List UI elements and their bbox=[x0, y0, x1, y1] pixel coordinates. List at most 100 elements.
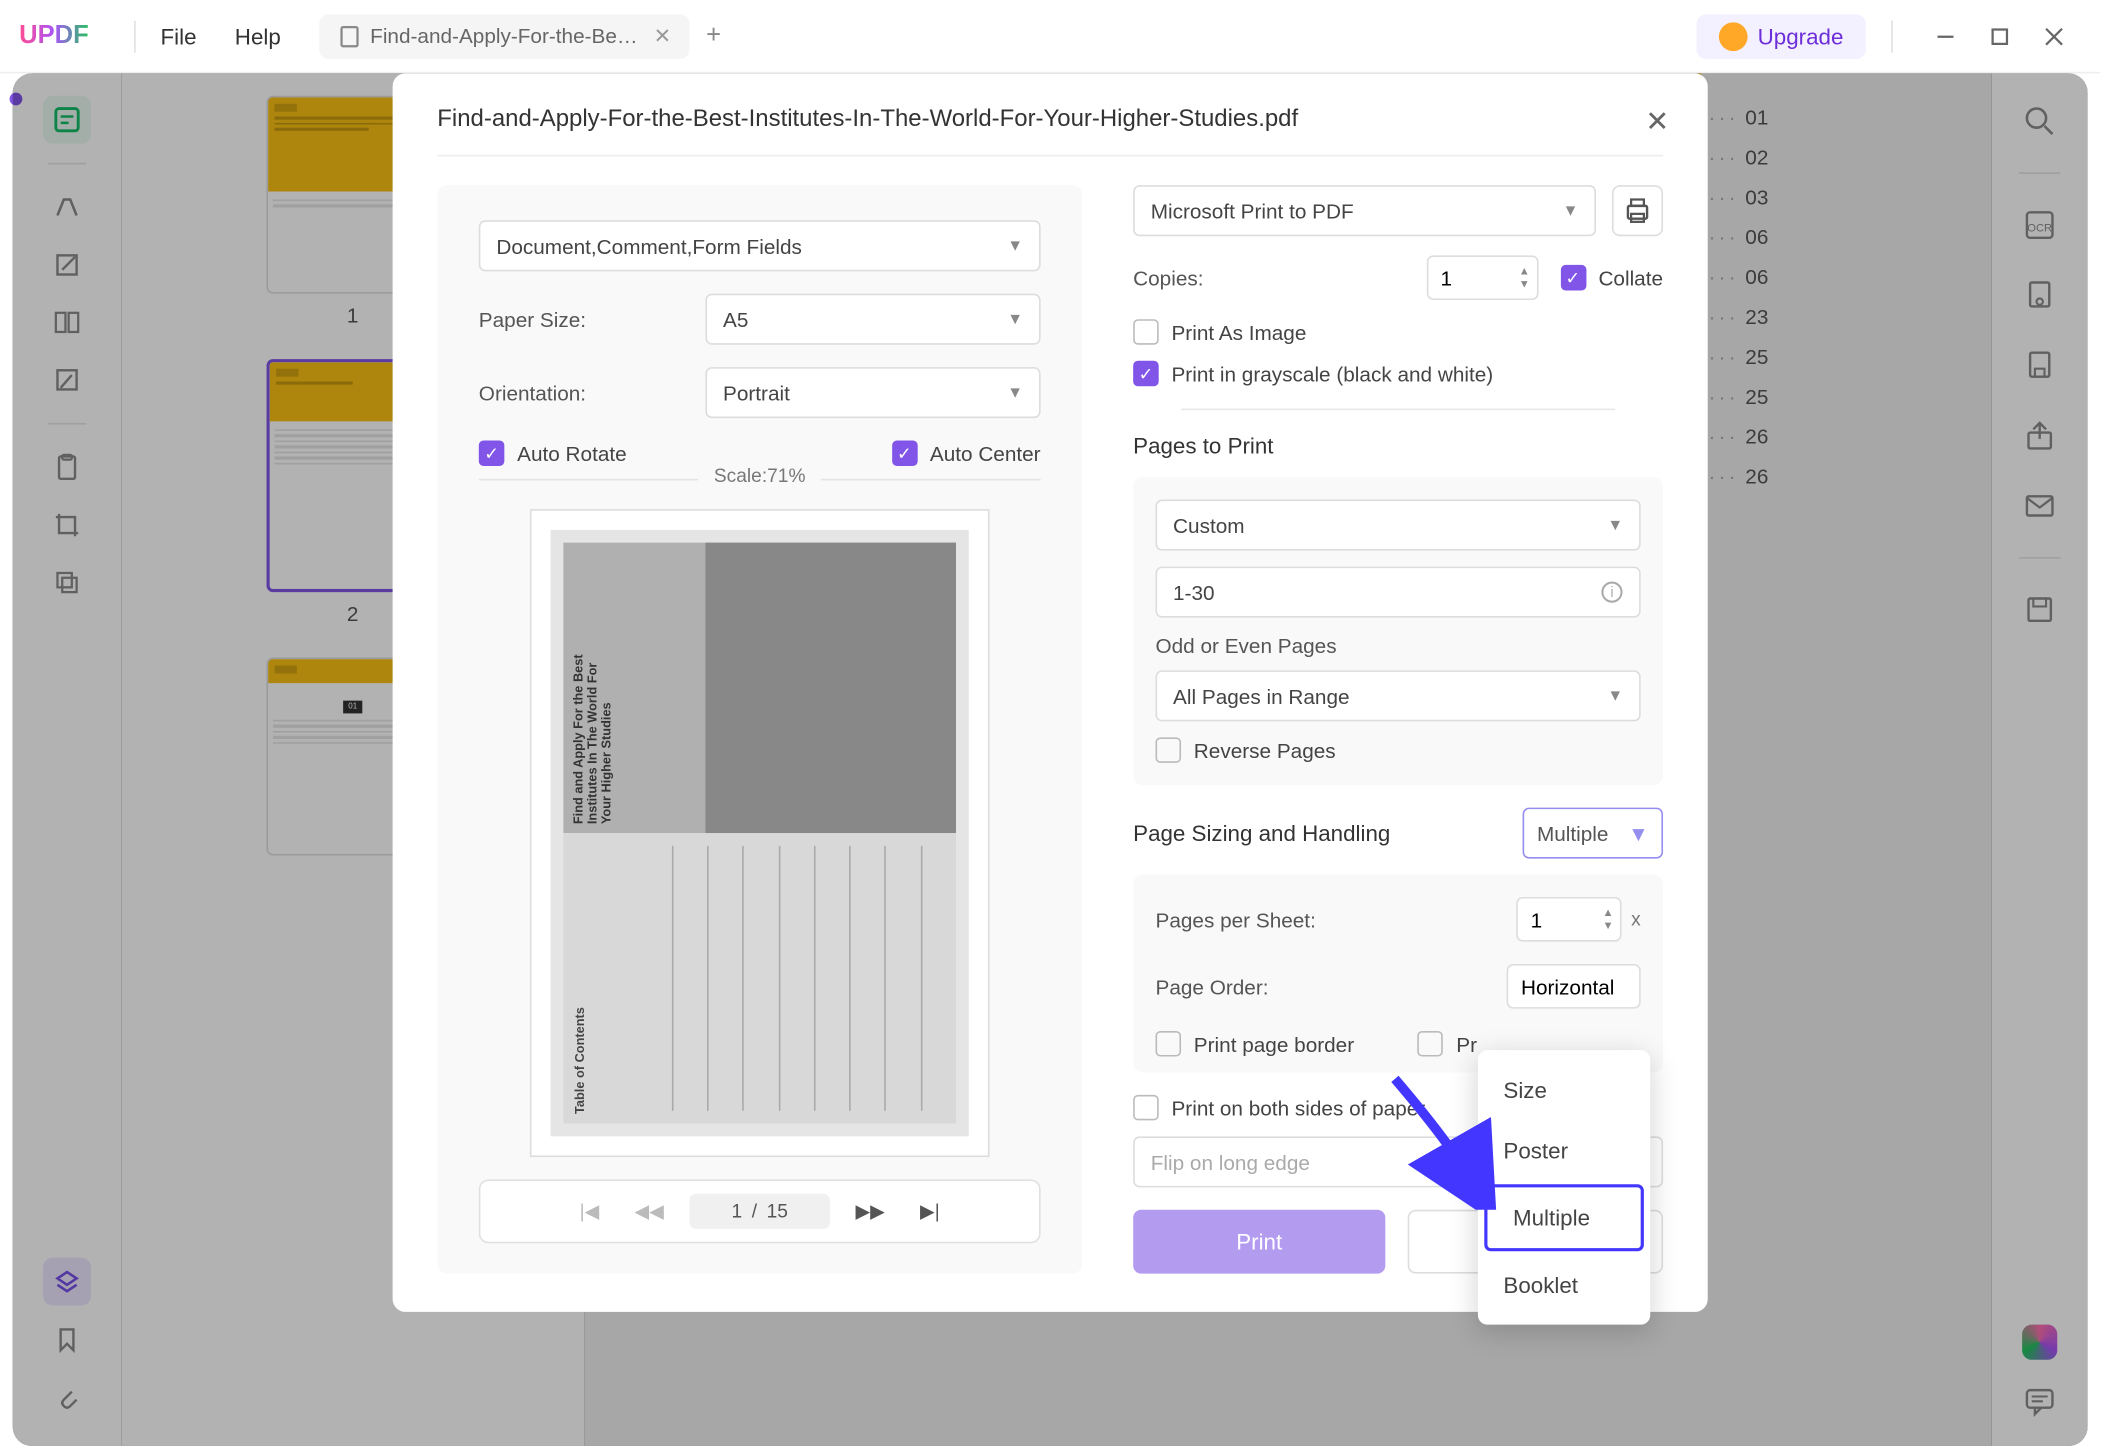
page-order-select[interactable]: Horizontal bbox=[1507, 964, 1641, 1009]
divider bbox=[437, 155, 1663, 157]
minimize-icon[interactable] bbox=[1934, 25, 1956, 47]
auto-rotate-checkbox[interactable]: ✓ Auto Rotate bbox=[479, 440, 627, 466]
spinner-up-icon[interactable]: ▲ bbox=[1519, 266, 1530, 277]
checkbox-icon: ✓ bbox=[1133, 361, 1159, 387]
next-page-icon[interactable]: ▶▶ bbox=[846, 1194, 895, 1229]
last-page-icon[interactable]: ▶| bbox=[910, 1194, 949, 1229]
orientation-value: Portrait bbox=[723, 381, 790, 405]
svg-text:i: i bbox=[1610, 585, 1613, 601]
page-input[interactable]: 1 / 15 bbox=[689, 1194, 829, 1229]
print-as-image-checkbox[interactable]: Print As Image bbox=[1133, 319, 1663, 345]
divider bbox=[1891, 20, 1893, 52]
spinner-down-icon[interactable]: ▼ bbox=[1519, 279, 1530, 290]
checkbox-icon: ✓ bbox=[892, 440, 918, 466]
auto-center-checkbox[interactable]: ✓ Auto Center bbox=[892, 440, 1041, 466]
orientation-label: Orientation: bbox=[479, 381, 686, 405]
odd-even-value: All Pages in Range bbox=[1173, 684, 1349, 708]
tab-title: Find-and-Apply-For-the-Be… bbox=[370, 24, 638, 48]
sizing-mode-select[interactable]: Multiple ▼ bbox=[1523, 808, 1663, 859]
collate-checkbox[interactable]: ✓ Collate bbox=[1560, 265, 1663, 291]
chevron-down-icon: ▼ bbox=[1563, 202, 1579, 220]
printer-select[interactable]: Microsoft Print to PDF ▼ bbox=[1133, 185, 1596, 236]
print-preview: Find and Apply For the BestInstitutes In… bbox=[530, 509, 990, 1157]
print-border-checkbox[interactable]: Print page border bbox=[1156, 1031, 1355, 1057]
dropdown-item-booklet[interactable]: Booklet bbox=[1478, 1254, 1650, 1315]
tab-area: Find-and-Apply-For-the-Be… ✕ + bbox=[319, 14, 1697, 59]
content-select-value: Document,Comment,Form Fields bbox=[496, 234, 802, 258]
prev-page-icon[interactable]: ◀◀ bbox=[625, 1194, 674, 1229]
sizing-mode-value: Multiple bbox=[1537, 821, 1608, 845]
odd-even-label: Odd or Even Pages bbox=[1156, 634, 1641, 658]
page-sep: / bbox=[752, 1200, 757, 1222]
tab-close-icon[interactable]: ✕ bbox=[654, 23, 671, 49]
chevron-down-icon: ▼ bbox=[1007, 237, 1023, 255]
chevron-down-icon: ▼ bbox=[1007, 310, 1023, 328]
dropdown-item-multiple[interactable]: Multiple bbox=[1484, 1184, 1644, 1251]
pps1-value: 1 bbox=[1531, 907, 1543, 931]
range-mode-select[interactable]: Custom ▼ bbox=[1156, 500, 1641, 551]
upgrade-button[interactable]: Upgrade bbox=[1697, 14, 1866, 59]
modal-backdrop: Find-and-Apply-For-the-Best-Institutes-I… bbox=[13, 73, 2088, 1446]
upgrade-label: Upgrade bbox=[1758, 23, 1844, 49]
print-extra-checkbox[interactable]: Pr bbox=[1418, 1031, 1477, 1057]
close-icon[interactable] bbox=[2043, 25, 2065, 47]
checkbox-icon: ✓ bbox=[1560, 265, 1586, 291]
page-order-value: Horizontal bbox=[1521, 974, 1614, 998]
print-as-image-label: Print As Image bbox=[1171, 320, 1306, 344]
collate-label: Collate bbox=[1598, 266, 1663, 290]
menu-help[interactable]: Help bbox=[235, 23, 281, 49]
grayscale-checkbox[interactable]: ✓ Print in grayscale (black and white) bbox=[1133, 361, 1663, 387]
maximize-icon[interactable] bbox=[1989, 25, 2011, 47]
chevron-down-icon: ▼ bbox=[1007, 384, 1023, 402]
checkbox-icon bbox=[1156, 737, 1182, 763]
auto-rotate-label: Auto Rotate bbox=[517, 441, 627, 465]
copies-spinner[interactable]: 1 ▲ ▼ bbox=[1426, 255, 1538, 300]
checkbox-icon bbox=[1418, 1031, 1444, 1057]
print-button[interactable]: Print bbox=[1133, 1210, 1385, 1274]
pr-label: Pr bbox=[1456, 1032, 1477, 1056]
checkbox-icon bbox=[1133, 1095, 1159, 1121]
pps-cols-select[interactable]: 1▲▼ bbox=[1516, 897, 1621, 942]
document-tab[interactable]: Find-and-Apply-For-the-Be… ✕ bbox=[319, 14, 690, 59]
dialog-title: Find-and-Apply-For-the-Best-Institutes-I… bbox=[437, 105, 1663, 132]
orientation-select[interactable]: Portrait ▼ bbox=[705, 367, 1040, 418]
sizing-title: Page Sizing and Handling bbox=[1133, 820, 1390, 846]
checkbox-icon: ✓ bbox=[479, 440, 505, 466]
chevron-down-icon: ▼ bbox=[1628, 821, 1649, 845]
copies-label: Copies: bbox=[1133, 266, 1404, 290]
checkbox-icon bbox=[1156, 1031, 1182, 1057]
divider bbox=[1181, 409, 1615, 411]
scale-label: Scale:71% bbox=[698, 464, 821, 486]
dialog-close-icon[interactable]: ✕ bbox=[1645, 105, 1669, 139]
page-total: 15 bbox=[767, 1200, 788, 1222]
doc-icon bbox=[338, 25, 360, 47]
divider bbox=[133, 20, 135, 52]
chevron-down-icon: ▼ bbox=[1607, 687, 1623, 705]
menu-file[interactable]: File bbox=[160, 23, 196, 49]
content-select[interactable]: Document,Comment,Form Fields ▼ bbox=[479, 220, 1041, 271]
pages-per-sheet-label: Pages per Sheet: bbox=[1156, 907, 1316, 931]
printer-properties-icon[interactable] bbox=[1612, 185, 1663, 236]
tab-add-icon[interactable]: + bbox=[706, 22, 721, 51]
titlebar: UPDF File Help Find-and-Apply-For-the-Be… bbox=[0, 0, 2100, 73]
first-page-icon[interactable]: |◀ bbox=[570, 1194, 609, 1229]
range-input[interactable]: 1-30 i bbox=[1156, 567, 1641, 618]
printer-value: Microsoft Print to PDF bbox=[1151, 199, 1354, 223]
pages-to-print-title: Pages to Print bbox=[1133, 433, 1663, 459]
sizing-section: Pages per Sheet: 1▲▼ x Page Order: Horiz… bbox=[1133, 875, 1663, 1073]
paper-size-select[interactable]: A5 ▼ bbox=[705, 294, 1040, 345]
reverse-pages-checkbox[interactable]: Reverse Pages bbox=[1156, 737, 1641, 763]
preview-pager: |◀ ◀◀ 1 / 15 ▶▶ ▶| bbox=[479, 1179, 1041, 1243]
upgrade-avatar-icon bbox=[1719, 22, 1748, 51]
range-value: 1-30 bbox=[1173, 580, 1215, 604]
range-mode-value: Custom bbox=[1173, 513, 1244, 537]
grayscale-label: Print in grayscale (black and white) bbox=[1171, 361, 1493, 385]
chevron-down-icon: ▼ bbox=[1607, 516, 1623, 534]
auto-center-label: Auto Center bbox=[930, 441, 1041, 465]
print-dialog: Find-and-Apply-For-the-Best-Institutes-I… bbox=[393, 73, 1708, 1311]
annotation-arrow-icon bbox=[1379, 1066, 1507, 1210]
preview-column: Document,Comment,Form Fields ▼ Paper Siz… bbox=[437, 185, 1082, 1273]
copies-value: 1 bbox=[1440, 266, 1452, 290]
odd-even-select[interactable]: All Pages in Range ▼ bbox=[1156, 670, 1641, 721]
info-icon[interactable]: i bbox=[1601, 581, 1623, 603]
